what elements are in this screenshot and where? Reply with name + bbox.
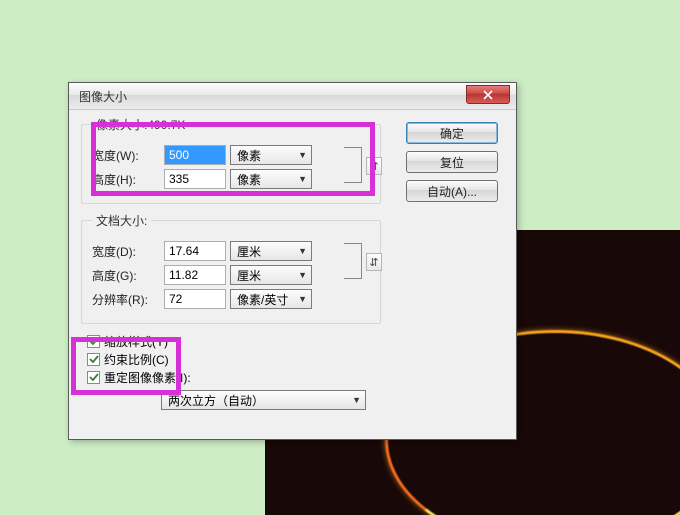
ok-button[interactable]: 确定 [406, 122, 498, 144]
doc-width-label: 宽度(D): [92, 243, 160, 260]
reset-button[interactable]: 复位 [406, 151, 498, 173]
check-icon [89, 372, 99, 382]
auto-button[interactable]: 自动(A)... [406, 180, 498, 202]
doc-link-bracket [344, 243, 362, 279]
resample-method-value: 两次立方（自动） [168, 392, 264, 409]
scale-styles-label: 缩放样式(Y) [104, 333, 168, 350]
resample-label: 重定图像像素(I): [104, 369, 191, 386]
pixel-link-toggle[interactable]: ⇵ [366, 157, 382, 175]
resample-checkbox[interactable] [87, 371, 100, 384]
width-label: 宽度(W): [92, 147, 160, 164]
pixel-height-row: 高度(H): 像素 ▼ [92, 169, 370, 189]
pixel-link-bracket [344, 147, 362, 183]
doc-width-unit: 厘米 [237, 243, 261, 260]
dialog-content: 确定 复位 自动(A)... 像素大小:490.7K 宽度(W): 像素 ▼ 高… [69, 110, 516, 418]
document-size-group: 文档大小: 宽度(D): 厘米 ▼ 高度(G): 厘米 ▼ 分辨率(R): [81, 212, 381, 324]
doc-height-label: 高度(G): [92, 267, 160, 284]
close-button[interactable] [466, 85, 510, 104]
doc-width-input[interactable] [164, 241, 226, 261]
dialog-title: 图像大小 [79, 88, 127, 105]
pixel-width-unit: 像素 [237, 147, 261, 164]
auto-label: 自动(A)... [427, 183, 477, 200]
height-label: 高度(H): [92, 171, 160, 188]
res-unit: 像素/英寸 [237, 291, 288, 308]
close-icon [483, 90, 493, 100]
dialog-buttons: 确定 复位 自动(A)... [406, 122, 498, 202]
pixel-group-legend: 像素大小:490.7K [92, 116, 189, 133]
scale-styles-checkbox[interactable] [87, 335, 100, 348]
pixel-dimensions-group: 像素大小:490.7K 宽度(W): 像素 ▼ 高度(H): 像素 ▼ ⇵ [81, 116, 381, 204]
resample-row: 重定图像像素(I): [87, 368, 504, 386]
resolution-input[interactable] [164, 289, 226, 309]
chevron-down-icon: ▼ [298, 150, 307, 160]
resolution-unit-dropdown[interactable]: 像素/英寸 ▼ [230, 289, 312, 309]
constrain-checkbox[interactable] [87, 353, 100, 366]
resample-method-dropdown[interactable]: 两次立方（自动） ▼ [161, 390, 366, 410]
pixel-height-input[interactable] [164, 169, 226, 189]
link-icon: ⇵ [369, 160, 378, 173]
constrain-label: 约束比例(C) [104, 351, 169, 368]
pixel-width-row: 宽度(W): 像素 ▼ [92, 145, 370, 165]
doc-resolution-row: 分辨率(R): 像素/英寸 ▼ [92, 289, 370, 309]
pixel-height-unit-dropdown[interactable]: 像素 ▼ [230, 169, 312, 189]
pixel-width-input[interactable] [164, 145, 226, 165]
chevron-down-icon: ▼ [352, 395, 361, 405]
chevron-down-icon: ▼ [298, 174, 307, 184]
reset-label: 复位 [440, 154, 464, 171]
pixel-width-unit-dropdown[interactable]: 像素 ▼ [230, 145, 312, 165]
check-icon [89, 336, 99, 346]
resample-method-row: 两次立方（自动） ▼ [81, 390, 504, 410]
link-icon: ⇵ [369, 256, 378, 269]
doc-height-unit-dropdown[interactable]: 厘米 ▼ [230, 265, 312, 285]
doc-group-legend: 文档大小: [92, 212, 151, 229]
titlebar[interactable]: 图像大小 [69, 83, 516, 110]
chevron-down-icon: ▼ [298, 246, 307, 256]
doc-height-unit: 厘米 [237, 267, 261, 284]
doc-link-toggle[interactable]: ⇵ [366, 253, 382, 271]
doc-width-row: 宽度(D): 厘米 ▼ [92, 241, 370, 261]
pixel-height-unit: 像素 [237, 171, 261, 188]
options-checks: 缩放样式(Y) 约束比例(C) 重定图像像素(I): [81, 332, 504, 386]
doc-width-unit-dropdown[interactable]: 厘米 ▼ [230, 241, 312, 261]
constrain-row: 约束比例(C) [87, 350, 504, 368]
image-size-dialog: 图像大小 确定 复位 自动(A)... 像素大小:490.7K 宽度(W): 像… [68, 82, 517, 440]
scale-styles-row: 缩放样式(Y) [87, 332, 504, 350]
chevron-down-icon: ▼ [298, 294, 307, 304]
res-label: 分辨率(R): [92, 291, 160, 308]
doc-height-row: 高度(G): 厘米 ▼ [92, 265, 370, 285]
doc-height-input[interactable] [164, 265, 226, 285]
chevron-down-icon: ▼ [298, 270, 307, 280]
ok-label: 确定 [440, 125, 464, 142]
check-icon [89, 354, 99, 364]
